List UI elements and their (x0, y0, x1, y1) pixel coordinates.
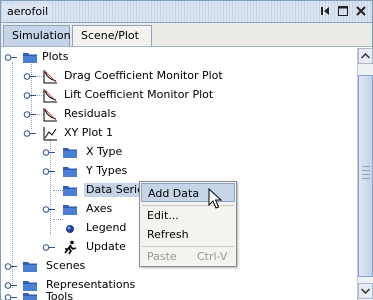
thumb-grip (362, 166, 370, 167)
context-menu: Add Data Edit... Refresh Paste Ctrl-V (139, 181, 237, 267)
chevron-up-icon (361, 53, 370, 59)
menu-item-label: Paste (147, 250, 177, 263)
folder-icon (63, 186, 77, 196)
title-buttons (318, 4, 368, 18)
window-title: aerofoil (4, 4, 52, 19)
tree-item-label: X Type (86, 145, 123, 158)
tree-item-label: Lift Coefficient Monitor Plot (64, 88, 214, 101)
tab-scene-plot[interactable]: Scene/Plot (72, 25, 152, 46)
tree-item-plots[interactable]: Plots (2, 48, 357, 67)
aerofoil-window: aerofoil Simulation Scene/Plot Plots Dra… (0, 0, 373, 300)
collapsed-handle-icon[interactable] (4, 261, 18, 272)
maximize-icon[interactable] (336, 4, 350, 18)
folder-icon (63, 148, 77, 158)
thumb-grip (362, 170, 370, 171)
tree-item-xy-plot[interactable]: XY Plot 1 (2, 124, 357, 143)
title-bar: aerofoil (1, 1, 372, 23)
pin-icon[interactable] (318, 4, 332, 18)
plot-icon (43, 89, 57, 103)
collapsed-handle-icon[interactable] (23, 71, 37, 82)
folder-icon (23, 293, 37, 300)
collapsed-handle-icon[interactable] (42, 204, 56, 215)
vertical-scrollbar[interactable] (357, 48, 373, 300)
close-icon[interactable] (354, 4, 368, 18)
tree-item-x-type[interactable]: X Type (2, 143, 357, 162)
plot-icon (43, 127, 57, 141)
folder-icon (63, 167, 77, 177)
tree-item-drag-plot[interactable]: Drag Coefficient Monitor Plot (2, 67, 357, 86)
tree-item-label: XY Plot 1 (64, 126, 113, 139)
scroll-up-button[interactable] (358, 48, 373, 64)
mouse-cursor-icon (208, 188, 222, 209)
expanded-handle-icon[interactable] (4, 52, 18, 63)
tree-item-label: Drag Coefficient Monitor Plot (64, 69, 223, 82)
tree-item-tools[interactable]: Tools (2, 284, 357, 300)
collapsed-handle-icon[interactable] (23, 109, 37, 120)
tree-item-label: Update (86, 240, 126, 253)
folder-icon (23, 53, 37, 63)
collapsed-handle-icon[interactable] (42, 242, 56, 253)
plot-icon (43, 108, 57, 122)
tree-item-lift-plot[interactable]: Lift Coefficient Monitor Plot (2, 86, 357, 105)
tree-item-label: Axes (86, 202, 113, 215)
chevron-down-icon (361, 288, 370, 294)
running-man-icon (64, 240, 77, 255)
tab-bar: Simulation Scene/Plot (1, 23, 372, 47)
tree-item-label: Plots (42, 50, 69, 63)
tree-item-residuals[interactable]: Residuals (2, 105, 357, 124)
tree-item-label: Tools (46, 290, 74, 300)
thumb-grip (362, 178, 370, 179)
tab-simulation[interactable]: Simulation (3, 25, 71, 46)
folder-icon (63, 205, 77, 215)
menu-item-paste[interactable]: Paste Ctrl-V (141, 247, 235, 266)
collapsed-handle-icon[interactable] (23, 90, 37, 101)
menu-item-label: Edit... (147, 209, 179, 222)
tree-item-label: Residuals (64, 107, 117, 120)
menu-item-label: Refresh (147, 228, 189, 241)
folder-icon (23, 262, 37, 272)
collapsed-handle-icon[interactable] (4, 292, 18, 300)
plot-icon (43, 70, 57, 84)
collapsed-handle-icon[interactable] (42, 147, 56, 158)
menu-item-shortcut: Ctrl-V (197, 250, 228, 263)
tree-item-y-types[interactable]: Y Types (2, 162, 357, 181)
menu-item-label: Add Data (148, 187, 200, 200)
expanded-handle-icon[interactable] (23, 128, 37, 139)
tree-item-label: Y Types (86, 164, 128, 177)
legend-icon (66, 225, 74, 233)
scroll-down-button[interactable] (358, 283, 373, 299)
tree-item-label: Scenes (46, 259, 86, 272)
scroll-thumb[interactable] (358, 75, 373, 277)
tree-item-label: Legend (86, 221, 127, 234)
thumb-grip (362, 174, 370, 175)
menu-item-refresh[interactable]: Refresh (141, 225, 235, 244)
collapsed-handle-icon[interactable] (42, 166, 56, 177)
